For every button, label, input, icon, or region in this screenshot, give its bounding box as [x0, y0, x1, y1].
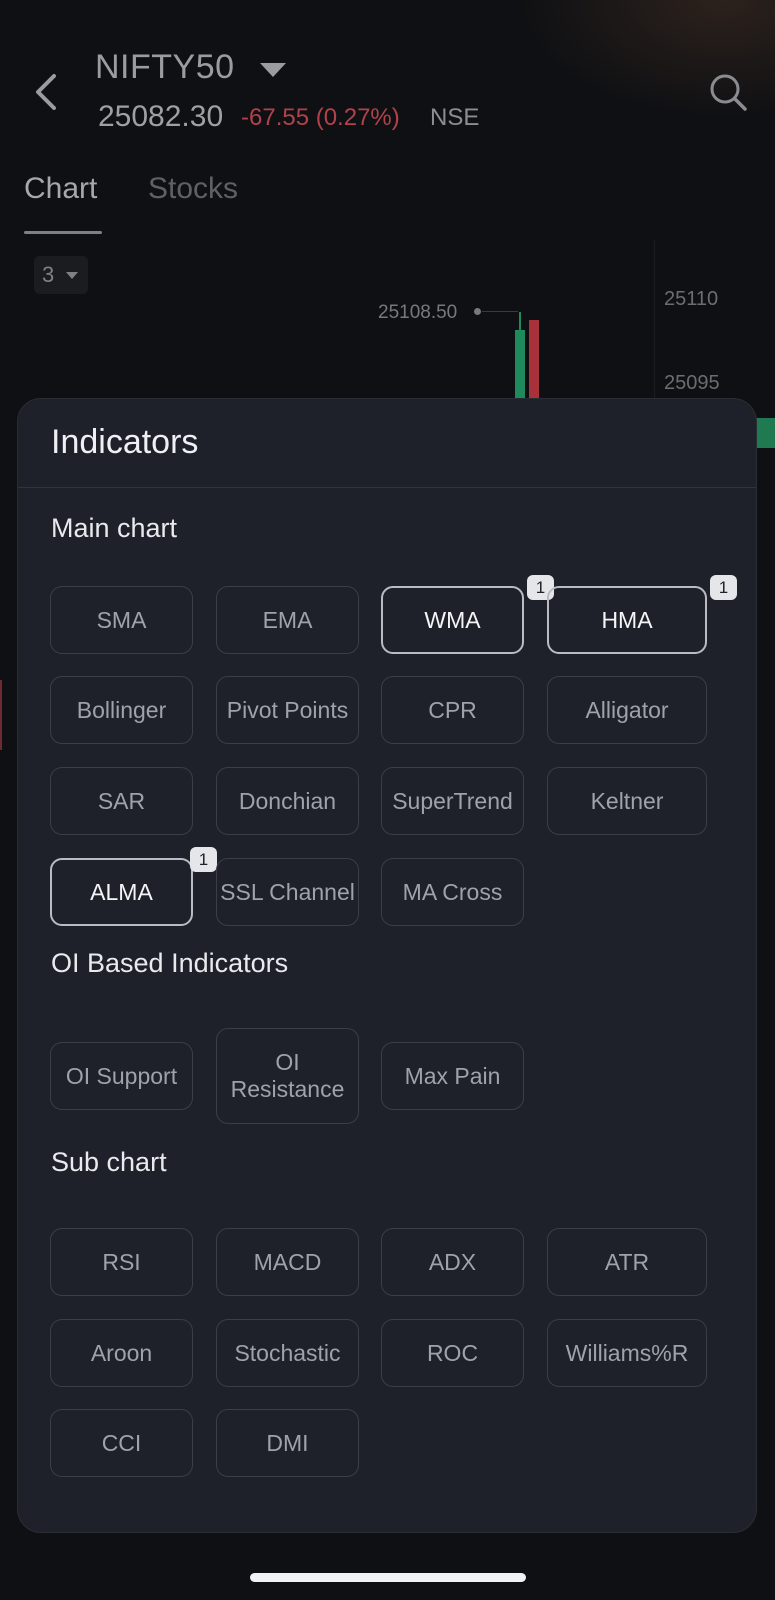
indicator-max-pain[interactable]: Max Pain [381, 1042, 524, 1110]
indicator-stochastic[interactable]: Stochastic [216, 1319, 359, 1387]
indicator-roc[interactable]: ROC [381, 1319, 524, 1387]
candle-up [515, 330, 525, 400]
indicator-cci[interactable]: CCI [50, 1409, 193, 1477]
symbol-dropdown-icon[interactable] [258, 60, 288, 80]
tab-chart[interactable]: Chart [24, 172, 97, 206]
selected-count-badge: 1 [190, 847, 217, 872]
indicator-sar[interactable]: SAR [50, 767, 193, 835]
last-price: 25082.30 [98, 100, 224, 133]
divider [18, 487, 756, 488]
indicator-bollinger[interactable]: Bollinger [50, 676, 193, 744]
symbol-name[interactable]: NIFTY50 [95, 48, 235, 87]
indicator-hma[interactable]: HMA [547, 586, 707, 654]
section-title-main-chart: Main chart [51, 513, 178, 543]
chart-edge-marker [0, 680, 16, 750]
selected-count-badge: 1 [710, 575, 737, 600]
exchange-label: NSE [430, 104, 480, 131]
interval-value: 3 [42, 262, 55, 287]
price-axis-label: 25095 [664, 372, 720, 394]
chart-high-label: 25108.50 [378, 302, 458, 323]
chart-high-line [482, 311, 518, 312]
indicator-wma[interactable]: WMA [381, 586, 524, 654]
indicators-sheet: Indicators Main chart SMA EMA WMA 1 HMA … [17, 398, 757, 1533]
indicator-ma-cross[interactable]: MA Cross [381, 858, 524, 926]
indicator-rsi[interactable]: RSI [50, 1228, 193, 1296]
section-title-oi-based: OI Based Indicators [51, 948, 289, 978]
interval-selector[interactable]: 3 [34, 256, 88, 294]
indicator-macd[interactable]: MACD [216, 1228, 359, 1296]
indicator-donchian[interactable]: Donchian [216, 767, 359, 835]
chart-high-marker [474, 308, 481, 315]
home-indicator[interactable] [250, 1573, 526, 1582]
indicator-oi-resistance[interactable]: OI Resistance [216, 1028, 359, 1124]
chevron-down-icon [66, 272, 78, 279]
indicator-sma[interactable]: SMA [50, 586, 193, 654]
header: NIFTY50 25082.30 -67.55 (0.27%) NSE Char… [0, 0, 775, 240]
price-change: -67.55 (0.27%) [241, 104, 400, 131]
indicator-alma[interactable]: ALMA [50, 858, 193, 926]
price-axis-separator [654, 240, 655, 400]
indicator-williams-r[interactable]: Williams%R [547, 1319, 707, 1387]
indicator-supertrend[interactable]: SuperTrend [381, 767, 524, 835]
active-tab-indicator [24, 231, 102, 234]
indicator-ssl-channel[interactable]: SSL Channel [216, 858, 359, 926]
indicator-aroon[interactable]: Aroon [50, 1319, 193, 1387]
back-arrow-icon[interactable] [32, 70, 62, 114]
tab-stocks[interactable]: Stocks [148, 172, 238, 206]
sheet-title: Indicators [51, 423, 199, 461]
indicator-cpr[interactable]: CPR [381, 676, 524, 744]
indicator-atr[interactable]: ATR [547, 1228, 707, 1296]
indicator-adx[interactable]: ADX [381, 1228, 524, 1296]
price-tag-edge [756, 418, 775, 448]
indicator-pivot-points[interactable]: Pivot Points [216, 676, 359, 744]
indicator-ema[interactable]: EMA [216, 586, 359, 654]
section-title-sub-chart: Sub chart [51, 1147, 167, 1177]
indicator-alligator[interactable]: Alligator [547, 676, 707, 744]
indicator-oi-support[interactable]: OI Support [50, 1042, 193, 1110]
price-axis-label: 25110 [664, 288, 719, 310]
indicator-keltner[interactable]: Keltner [547, 767, 707, 835]
indicator-dmi[interactable]: DMI [216, 1409, 359, 1477]
candle-down [529, 320, 539, 400]
search-icon[interactable] [708, 72, 748, 112]
